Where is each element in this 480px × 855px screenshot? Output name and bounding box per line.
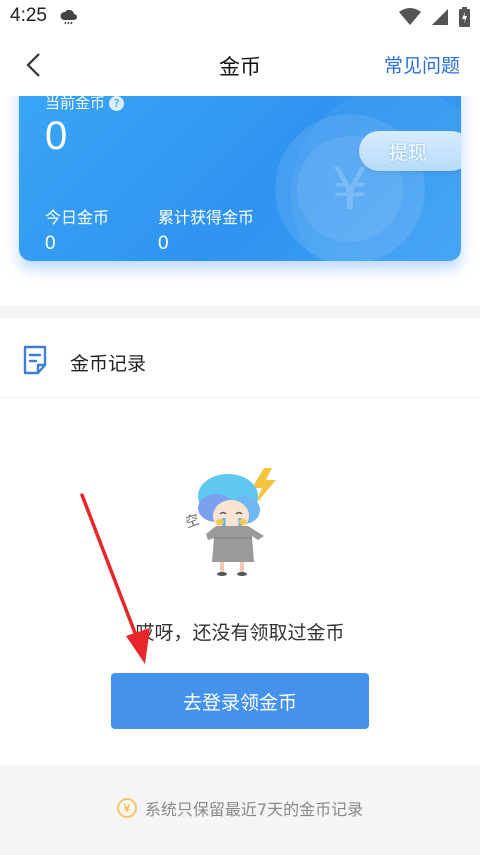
login-to-claim-button[interactable]: 去登录领金币 <box>111 673 369 729</box>
empty-state-illustration: 空 <box>183 466 296 586</box>
current-coins-label-text: 当前金币 <box>45 96 106 112</box>
status-time: 4:25 <box>10 5 47 26</box>
back-button[interactable] <box>18 50 48 80</box>
balance-card: ¥ 当前金币? 0 提现 今日金币 0 累计获得金币 0 <box>19 96 461 261</box>
weather-cloud-icon <box>59 7 79 29</box>
coin-records-section: 金币记录 空 哎呀，还没有领取过金币 去登录领金币 <box>0 318 480 765</box>
balance-card-container: ¥ 当前金币? 0 提现 今日金币 0 累计获得金币 0 <box>0 96 480 306</box>
footer-note-text: 系统只保留最近7天的金币记录 <box>144 800 364 819</box>
total-coins-label: 累计获得金币 <box>158 208 255 227</box>
total-coins-value: 0 <box>158 233 169 254</box>
empty-state-text: 哎呀，还没有领取过金币 <box>135 622 345 644</box>
faq-link[interactable]: 常见问题 <box>384 51 460 78</box>
document-icon <box>22 345 50 379</box>
current-coins-label: 当前金币? <box>45 96 125 113</box>
status-icons <box>399 7 470 31</box>
empty-illustration-text: 空 <box>186 512 202 532</box>
current-coins-value: 0 <box>45 114 68 158</box>
footer-note: ¥ 系统只保留最近7天的金币记录 <box>0 796 480 820</box>
info-icon[interactable]: ? <box>109 96 125 111</box>
coin-records-title: 金币记录 <box>70 353 147 375</box>
wifi-icon <box>399 8 421 30</box>
chevron-left-icon <box>26 53 40 77</box>
content-area[interactable]: ¥ 当前金币? 0 提现 今日金币 0 累计获得金币 0 金币记录 空 哎呀，还… <box>0 96 480 855</box>
battery-icon <box>459 7 470 31</box>
today-coins-label: 今日金币 <box>45 208 110 227</box>
today-coins-value: 0 <box>45 233 56 254</box>
signal-icon <box>431 8 449 30</box>
status-bar: 4:25 <box>0 0 480 34</box>
withdraw-button[interactable]: 提现 <box>359 131 461 171</box>
nav-bar: 金币 常见问题 <box>0 34 480 96</box>
coin-records-header: 金币记录 <box>0 318 480 398</box>
coin-icon: ¥ <box>116 798 137 818</box>
